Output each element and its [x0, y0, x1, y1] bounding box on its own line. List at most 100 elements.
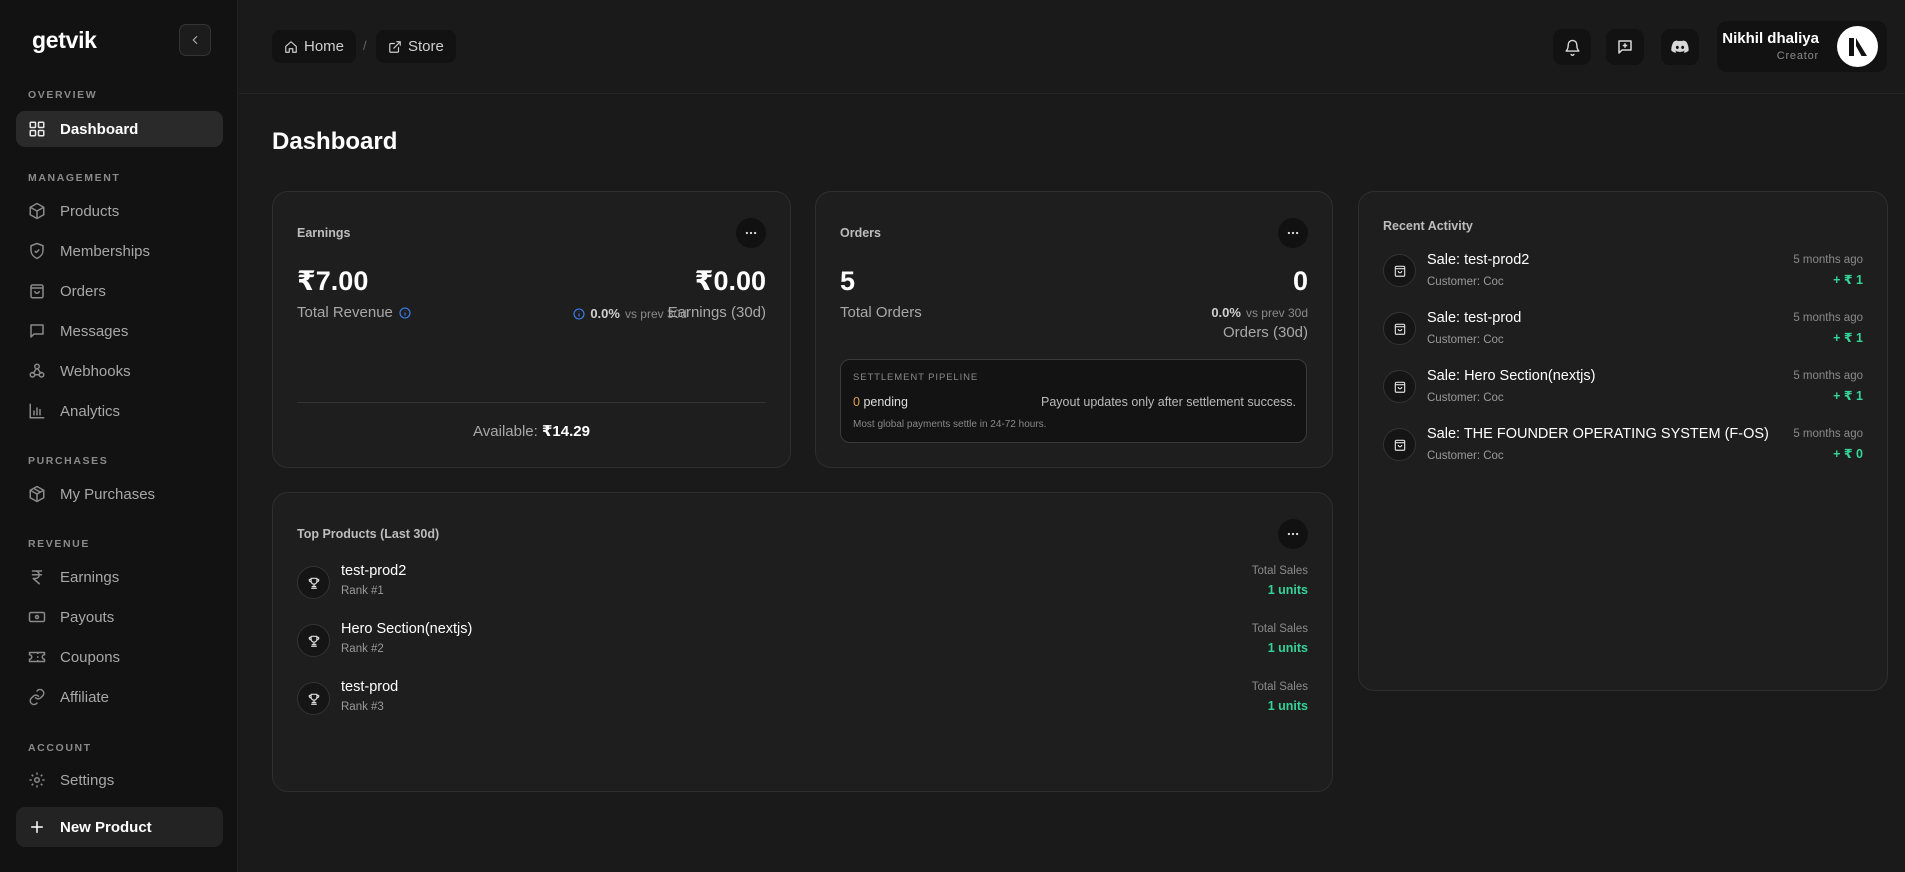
trophy-icon: [308, 693, 319, 705]
product-row[interactable]: test-prod Rank #3 Total Sales 1 units: [273, 679, 1332, 729]
sidebar: getvik OVERVIEW Dashboard MANAGEMENT Pro…: [0, 0, 238, 872]
total-revenue-value: ₹7.00: [297, 266, 369, 296]
earnings-30d-value: ₹0.00: [694, 266, 766, 296]
banknote-icon: [28, 611, 46, 623]
activity-customer: Customer: Coc: [1427, 450, 1504, 462]
sidebar-item-memberships[interactable]: Memberships: [16, 233, 223, 269]
recent-activity-card: Recent Activity Sale: test-prod2 Customer…: [1358, 191, 1888, 691]
total-sales-label: Total Sales: [1251, 565, 1308, 577]
activity-icon: [1383, 370, 1416, 403]
activity-customer: Customer: Coc: [1427, 276, 1504, 288]
app-logo[interactable]: getvik: [32, 27, 97, 54]
sidebar-item-messages[interactable]: Messages: [16, 313, 223, 349]
earnings-30d-label: Earnings (30d): [667, 304, 766, 321]
more-horizontal-icon: [1287, 231, 1299, 235]
sidebar-item-dashboard[interactable]: Dashboard: [16, 111, 223, 147]
total-revenue-label-text: Total Revenue: [297, 304, 393, 321]
section-label-overview: OVERVIEW: [28, 89, 98, 101]
sidebar-item-products[interactable]: Products: [16, 193, 223, 229]
info-icon[interactable]: [399, 306, 411, 319]
sidebar-item-orders[interactable]: Orders: [16, 273, 223, 309]
pipeline-note: Most global payments settle in 24-72 hou…: [853, 419, 1047, 430]
orders-change-label: vs prev 30d: [1245, 305, 1308, 320]
shopping-bag-icon: [1394, 381, 1405, 393]
trophy-icon: [308, 635, 319, 647]
sidebar-item-coupons[interactable]: Coupons: [16, 639, 223, 675]
breadcrumb-home[interactable]: Home: [272, 30, 357, 63]
activity-time: 5 months ago: [1793, 312, 1863, 324]
sidebar-item-label: Earnings: [60, 568, 120, 586]
collapse-sidebar-button[interactable]: [179, 24, 211, 56]
section-label-account: ACCOUNT: [28, 742, 92, 754]
bell-icon: [1564, 39, 1580, 56]
orders-more-button[interactable]: [1278, 218, 1308, 248]
pipeline-message: Payout updates only after settlement suc…: [1041, 395, 1296, 409]
product-row[interactable]: test-prod2 Rank #1 Total Sales 1 units: [273, 563, 1332, 613]
product-rank-icon: [297, 566, 330, 599]
orders-card: Orders 5 Total Orders 0 0.0% vs prev 30d…: [815, 191, 1333, 468]
new-product-button[interactable]: New Product: [16, 807, 223, 847]
total-revenue-label: Total Revenue: [297, 304, 411, 321]
breadcrumb-store[interactable]: Store: [376, 30, 456, 63]
shopping-bag-icon: [30, 284, 44, 299]
more-horizontal-icon: [1287, 532, 1299, 536]
chevron-left-icon: [192, 35, 198, 45]
top-products-more-button[interactable]: [1278, 519, 1308, 549]
earnings-card: Earnings ₹7.00 Total Revenue ₹0.00 0.0% …: [272, 191, 791, 468]
activity-title: Sale: test-prod: [1427, 310, 1522, 326]
activity-row[interactable]: Sale: test-prod2 Customer: Coc 5 months ag…: [1359, 252, 1887, 302]
sidebar-item-settings[interactable]: Settings: [16, 762, 223, 798]
sidebar-item-label: Dashboard: [60, 120, 139, 138]
orders-change: 0.0% vs prev 30d: [1211, 305, 1308, 320]
activity-row[interactable]: Sale: THE FOUNDER OPERATING SYSTEM (F-OS…: [1359, 426, 1887, 476]
breadcrumb-home-label: Home: [304, 38, 345, 55]
info-icon[interactable]: [573, 307, 585, 320]
sidebar-item-label: My Purchases: [60, 485, 156, 503]
sidebar-item-label: Products: [60, 202, 120, 220]
activity-row[interactable]: Sale: Hero Section(nextjs) Customer: Coc 5…: [1359, 368, 1887, 418]
activity-amount: + ₹ 1: [1833, 389, 1863, 403]
available-value: ₹14.29: [541, 423, 590, 440]
grid-icon: [29, 121, 45, 137]
activity-icon: [1383, 312, 1416, 345]
sidebar-item-label: Analytics: [60, 402, 121, 420]
discord-button[interactable]: [1661, 29, 1699, 65]
sidebar-item-label: Settings: [60, 771, 115, 789]
sidebar-item-earnings[interactable]: Earnings: [16, 559, 223, 595]
earnings-card-title: Earnings: [297, 226, 351, 240]
sidebar-item-label: Affiliate: [60, 688, 109, 706]
sidebar-item-my-purchases[interactable]: My Purchases: [16, 476, 223, 512]
product-rank: Rank #2: [341, 643, 384, 655]
feedback-button[interactable]: [1606, 29, 1644, 65]
shopping-bag-icon: [1394, 439, 1405, 451]
activity-amount: + ₹ 1: [1833, 273, 1863, 287]
activity-time: 5 months ago: [1793, 254, 1863, 266]
product-row[interactable]: Hero Section(nextjs) Rank #2 Total Sales 1 …: [273, 621, 1332, 671]
shopping-bag-icon: [1394, 265, 1405, 277]
more-horizontal-icon: [745, 231, 757, 235]
link-icon: [29, 688, 45, 706]
product-name: Hero Section(nextjs): [341, 621, 473, 637]
activity-row[interactable]: Sale: test-prod Customer: Coc 5 months ago…: [1359, 310, 1887, 360]
activity-icon: [1383, 428, 1416, 461]
brand-avatar-icon: [1848, 37, 1867, 56]
product-units: 1 units: [1267, 641, 1308, 655]
sidebar-item-payouts[interactable]: Payouts: [16, 599, 223, 635]
rupee-icon: [31, 570, 43, 585]
earnings-more-button[interactable]: [736, 218, 766, 248]
user-name: Nikhil dhaliya: [1722, 30, 1819, 47]
user-profile-menu[interactable]: Nikhil dhaliya Creator: [1717, 21, 1887, 72]
sidebar-item-webhooks[interactable]: Webhooks: [16, 353, 223, 389]
divider: [297, 402, 766, 403]
notifications-button[interactable]: [1553, 29, 1591, 65]
sidebar-item-affiliate[interactable]: Affiliate: [16, 679, 223, 715]
sidebar-item-label: Coupons: [60, 648, 121, 666]
section-label-management: MANAGEMENT: [28, 172, 121, 184]
top-header: Home / Store: [239, 0, 1905, 94]
bar-chart-icon: [29, 403, 45, 419]
page-title: Dashboard: [272, 128, 398, 155]
sidebar-item-analytics[interactable]: Analytics: [16, 393, 223, 429]
box-icon: [29, 202, 45, 220]
trophy-icon: [308, 577, 319, 589]
sidebar-item-label: Messages: [60, 322, 129, 340]
